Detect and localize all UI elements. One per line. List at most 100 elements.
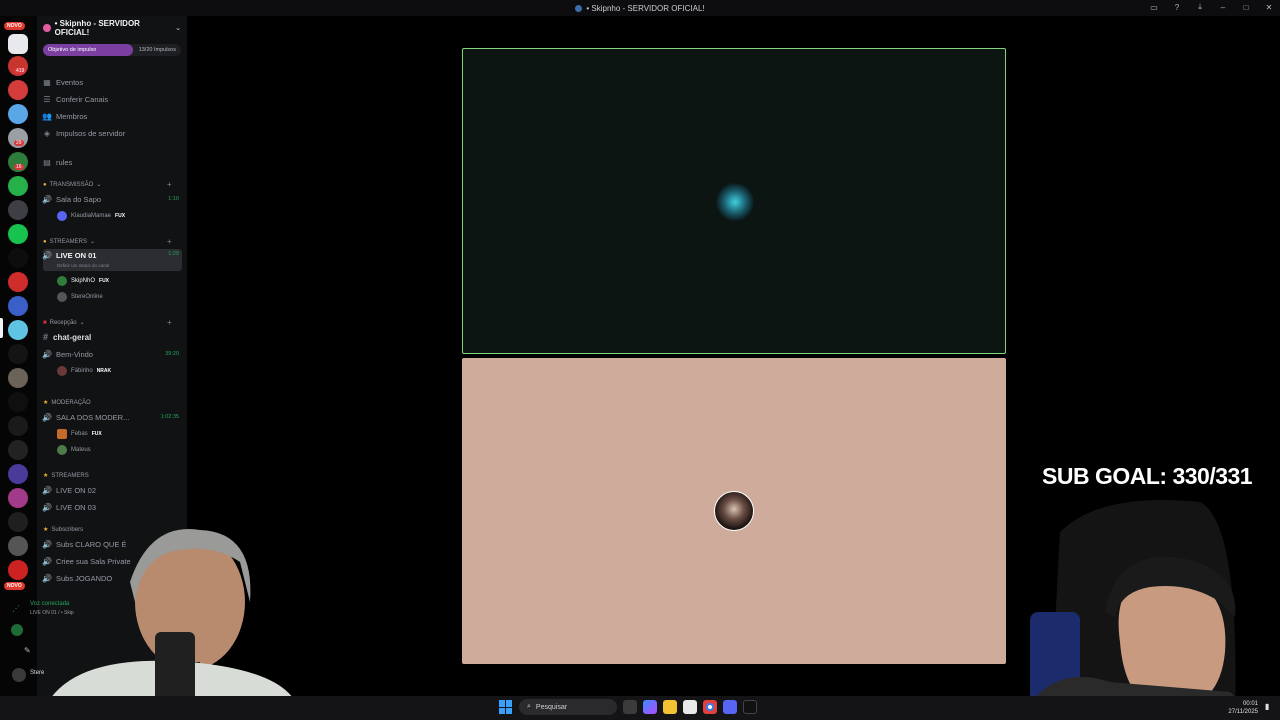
voice-user[interactable]: SkipNhO FUX <box>57 274 109 288</box>
channel-rules[interactable]: ▤ rules <box>43 154 182 170</box>
voice-channel-live02[interactable]: 🔊 LIVE ON 02 <box>42 482 182 498</box>
server-icon[interactable] <box>8 176 28 196</box>
nav-boosts[interactable]: ◈ Impulsos de servidor <box>43 125 182 141</box>
text-channel-chat-geral[interactable]: # chat-geral <box>43 332 91 342</box>
copilot-icon[interactable] <box>643 700 657 714</box>
server-icon[interactable] <box>8 104 28 124</box>
server-icon[interactable] <box>8 344 28 364</box>
server-icon[interactable] <box>8 80 28 100</box>
taskbar-clock[interactable]: 00:01 27/11/2025 <box>1228 700 1258 716</box>
voice-timer: 39:20 <box>165 351 179 357</box>
server-count-badge: 419 <box>14 68 27 74</box>
server-header[interactable]: • Skipnho - SERVIDOR OFICIAL! ⌄ <box>37 16 187 40</box>
window-title: • Skipnho - SERVIDOR OFICIAL! <box>575 4 705 13</box>
add-channel-icon[interactable]: + <box>167 237 172 246</box>
category-streamers[interactable]: ● STREAMERS ⌄ + <box>43 237 172 246</box>
nav-events[interactable]: ▦ Eventos <box>43 74 182 90</box>
voice-channel-sala-sapo[interactable]: 🔊 Sala do Sapo 1:10 <box>42 191 182 207</box>
avatar <box>57 429 67 439</box>
add-channel-icon[interactable]: + <box>167 318 172 327</box>
channel-label: LIVE ON 02 <box>56 485 97 495</box>
server-icon[interactable] <box>8 320 28 340</box>
speaker-icon: 🔊 <box>42 194 52 204</box>
server-icon[interactable] <box>8 392 28 412</box>
category-moderacao[interactable]: ★ MODERAÇÃO <box>43 399 91 407</box>
server-icon[interactable] <box>8 224 28 244</box>
category-label: Recepção <box>49 319 77 326</box>
user-name: KlaudiaMamae <box>71 213 112 219</box>
nav-members[interactable]: 👥 Membros <box>42 108 182 124</box>
voice-user[interactable]: StereOnline <box>57 290 103 304</box>
server-icon[interactable] <box>8 464 28 484</box>
voice-user[interactable]: KlaudiaMamae FUX <box>57 209 125 223</box>
voice-channel-bem-vindo[interactable]: 🔊 Bem-Vindo 39:20 <box>42 346 182 362</box>
speaker-icon: 🔊 <box>42 250 52 260</box>
members-icon: 👥 <box>42 111 52 121</box>
voice-user[interactable]: Mateus <box>57 443 91 457</box>
category-recepcao[interactable]: ■ Recepção ⌄ + <box>43 318 172 327</box>
category-icon: ● <box>43 238 47 245</box>
rules-icon: ▤ <box>43 157 51 167</box>
channel-label: SALA DOS MODER... <box>56 412 130 422</box>
server-badge-icon <box>43 24 51 32</box>
user-tag: FUX <box>91 431 102 437</box>
sub-goal-overlay: SUB GOAL: 330/331 <box>1042 463 1253 489</box>
file-explorer-icon[interactable] <box>663 700 677 714</box>
channel-status[interactable]: Definir um status do canal <box>57 263 109 268</box>
category-streamers-2[interactable]: ★ STREAMERS <box>43 472 89 480</box>
channel-label: Sala do Sapo <box>56 194 102 204</box>
speaker-icon: 🔊 <box>42 412 52 422</box>
voice-timer: 1:29 <box>168 251 179 257</box>
category-label: STREAMERS <box>49 238 87 245</box>
store-icon[interactable] <box>683 700 697 714</box>
voice-user[interactable]: Fábinho NRAK <box>57 364 111 378</box>
server-count-badge: 16 <box>14 164 24 170</box>
server-icon[interactable] <box>8 416 28 436</box>
server-icon[interactable] <box>8 34 28 54</box>
voice-channel-sala-mod[interactable]: 🔊 SALA DOS MODER... 1:02:35 <box>42 409 182 425</box>
webcam-overlay-right <box>900 492 1280 720</box>
maximize-icon[interactable]: □ <box>1241 2 1251 12</box>
avatar <box>57 276 67 286</box>
clock-time: 00:01 <box>1242 701 1258 707</box>
task-view-icon[interactable] <box>623 700 637 714</box>
server-icon[interactable] <box>8 368 28 388</box>
voice-channel-live03[interactable]: 🔊 LIVE ON 03 <box>42 499 182 515</box>
server-icon[interactable] <box>8 488 28 508</box>
category-transmissao[interactable]: ● TRANSMISSÃO ⌄ + <box>43 180 172 189</box>
calendar-icon: ▦ <box>43 77 51 87</box>
voice-user[interactable]: Febas FUX <box>57 427 102 441</box>
channel-label: chat-geral <box>53 332 92 342</box>
windows-start-icon[interactable] <box>499 700 513 714</box>
video-tile[interactable] <box>462 48 1006 354</box>
nav-label: Membros <box>56 111 88 121</box>
close-icon[interactable]: ✕ <box>1264 2 1274 12</box>
notification-icon[interactable]: ▮ <box>1265 702 1273 712</box>
server-icon[interactable] <box>8 296 28 316</box>
discord-icon[interactable] <box>723 700 737 714</box>
chrome-icon[interactable] <box>703 700 717 714</box>
avatar <box>57 292 67 302</box>
clock-date: 27/11/2025 <box>1228 709 1258 715</box>
app-icon[interactable] <box>743 700 757 714</box>
boost-progress[interactable]: Objetivo de impulso 13/20 Impulsos <box>43 44 181 56</box>
boost-label: Objetivo de impulso <box>48 47 97 53</box>
nav-label: Conferir Canais <box>56 94 109 104</box>
server-icon[interactable] <box>8 272 28 292</box>
taskbar-search[interactable]: ⌕ Pesquisar <box>519 699 617 715</box>
add-channel-icon[interactable]: + <box>167 180 172 189</box>
server-icon[interactable] <box>8 200 28 220</box>
channel-label: rules <box>56 157 73 167</box>
server-name: • Skipnho - SERVIDOR OFICIAL! <box>54 19 140 37</box>
selected-server-pill <box>0 318 3 338</box>
download-icon[interactable]: ⤓ <box>1195 2 1205 12</box>
server-icon[interactable] <box>8 440 28 460</box>
minimize-icon[interactable]: – <box>1218 2 1228 12</box>
avatar <box>57 211 67 221</box>
boost-count: 13/20 Impulsos <box>138 47 176 53</box>
help-icon[interactable]: ? <box>1172 2 1182 12</box>
nav-browse-channels[interactable]: ☰ Conferir Canais <box>43 91 182 107</box>
server-icon[interactable] <box>8 248 28 268</box>
inbox-icon[interactable]: ▭ <box>1149 2 1159 12</box>
search-icon: ⌕ <box>527 703 531 710</box>
